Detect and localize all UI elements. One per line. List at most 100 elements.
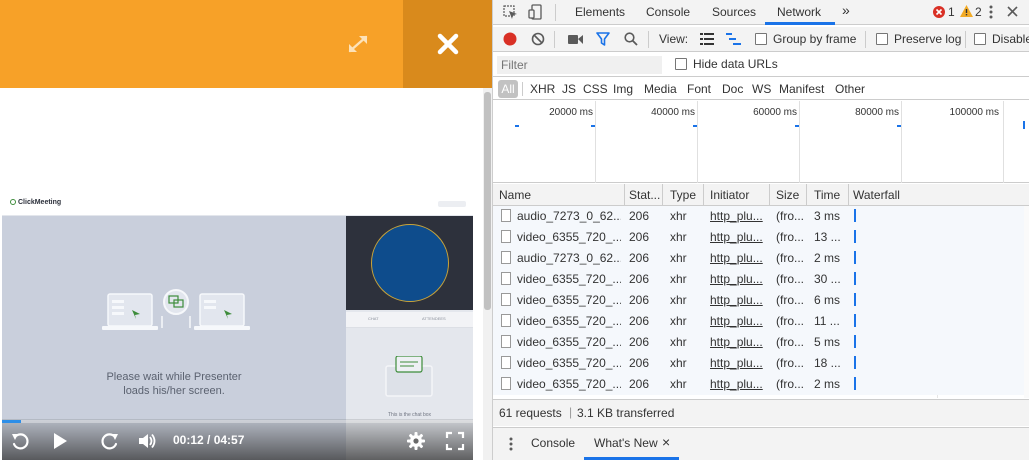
cell-initiator[interactable]: http_plu... [710, 209, 766, 223]
group-by-frame-checkbox[interactable] [755, 33, 767, 45]
type-filter-img[interactable]: Img [613, 82, 633, 96]
presenter-video [371, 224, 449, 302]
cell-initiator[interactable]: http_plu... [710, 377, 766, 391]
table-row[interactable]: video_6355_720_... 206 xhr http_plu... (fro.… [493, 353, 1029, 374]
expand-icon[interactable] [346, 33, 370, 55]
preserve-log-label[interactable]: Preserve log [894, 32, 961, 46]
tab-network[interactable]: Network [777, 5, 821, 19]
col-waterfall[interactable]: Waterfall [853, 188, 900, 202]
skip-forward-icon[interactable] [100, 431, 120, 451]
disable-cache-label[interactable]: Disable [992, 32, 1029, 46]
group-by-frame-label[interactable]: Group by frame [773, 32, 856, 46]
disable-cache-checkbox[interactable] [974, 33, 986, 45]
warning-count[interactable]: 2 [975, 5, 982, 19]
drawer-menu-icon[interactable] [509, 437, 513, 451]
tab-attendees[interactable]: ATTENDEES [422, 316, 446, 324]
type-filter-all[interactable]: All [498, 80, 518, 98]
waterfall-bar [854, 356, 856, 369]
table-row[interactable]: audio_7273_0_62.... 206 xhr http_plu... (fro… [493, 206, 1029, 227]
devtools-menu-icon[interactable] [989, 5, 993, 19]
type-filter-font[interactable]: Font [687, 82, 711, 96]
requests-count: 61 requests [499, 406, 562, 420]
topbar-status [438, 201, 466, 207]
cell-initiator[interactable]: http_plu... [710, 293, 766, 307]
tab-chat[interactable]: CHAT [368, 316, 379, 324]
screenshot-camera-icon[interactable] [568, 34, 583, 45]
cell-name: audio_7273_0_62.... [517, 209, 621, 223]
filter-funnel-icon[interactable] [596, 32, 610, 46]
volume-icon[interactable] [137, 431, 157, 451]
type-filter-css[interactable]: CSS [583, 82, 608, 96]
video-player[interactable]: ClickMeeting Please wait while Presenter… [2, 193, 473, 460]
cell-initiator[interactable]: http_plu... [710, 230, 766, 244]
settings-gear-icon[interactable] [406, 431, 426, 451]
drawer-tab-whats-new[interactable]: What's New [594, 436, 658, 450]
file-icon [501, 251, 511, 264]
list-view-icon[interactable] [700, 33, 714, 45]
fullscreen-icon[interactable] [445, 431, 465, 451]
inspect-element-icon[interactable] [503, 5, 518, 20]
type-filter-xhr[interactable]: XHR [530, 82, 555, 96]
drawer-tab-close-icon[interactable]: × [662, 434, 670, 450]
cell-initiator[interactable]: http_plu... [710, 272, 766, 286]
waterfall-bar [854, 230, 856, 243]
table-row[interactable]: video_6355_720_... 206 xhr http_plu... (fro.… [493, 374, 1029, 395]
cell-status: 206 [629, 356, 650, 370]
viewer-scrollbar[interactable] [483, 88, 492, 460]
type-filter-media[interactable]: Media [644, 82, 677, 96]
cell-size: (fro... [776, 377, 804, 391]
drawer-tab-console[interactable]: Console [531, 436, 575, 450]
cell-initiator[interactable]: http_plu... [710, 356, 766, 370]
network-overview-timeline[interactable]: 20000 ms 40000 ms 60000 ms 80000 ms 1000… [493, 101, 1029, 183]
table-row[interactable]: video_6355_720_... 206 xhr http_plu... (fro.… [493, 290, 1029, 311]
waterfall-view-icon[interactable] [726, 33, 741, 45]
table-row[interactable]: video_6355_720_... 206 xhr http_plu... (fro.… [493, 227, 1029, 248]
cell-initiator[interactable]: http_plu... [710, 314, 766, 328]
col-name[interactable]: Name [499, 188, 531, 202]
filter-input[interactable] [497, 56, 662, 74]
col-time[interactable]: Time [814, 188, 840, 202]
table-row[interactable]: video_6355_720_... 206 xhr http_plu... (fro.… [493, 269, 1029, 290]
status-separator: | [569, 405, 573, 419]
type-filter-doc[interactable]: Doc [722, 82, 743, 96]
col-initiator[interactable]: Initiator [710, 188, 749, 202]
requests-scrollbar[interactable] [1024, 206, 1029, 398]
hide-data-urls-label[interactable]: Hide data URLs [693, 57, 778, 71]
cell-name: video_6355_720_... [517, 293, 621, 307]
cell-size: (fro... [776, 335, 804, 349]
type-filter-ws[interactable]: WS [752, 82, 771, 96]
cell-name: video_6355_720_... [517, 377, 621, 391]
col-type[interactable]: Type [670, 188, 696, 202]
tab-console[interactable]: Console [646, 5, 690, 19]
play-icon[interactable] [50, 431, 70, 451]
type-filter-other[interactable]: Other [835, 82, 865, 96]
table-row[interactable]: video_6355_720_... 206 xhr http_plu... (fro.… [493, 311, 1029, 332]
type-filter-manifest[interactable]: Manifest [779, 82, 824, 96]
col-status[interactable]: Stat... [629, 188, 660, 202]
warning-icon [960, 5, 973, 17]
tab-elements[interactable]: Elements [575, 5, 625, 19]
table-row[interactable]: video_6355_720_... 206 xhr http_plu... (fro.… [493, 332, 1029, 353]
replay-icon[interactable] [10, 431, 30, 451]
cell-time: 5 ms [814, 335, 841, 349]
error-count[interactable]: 1 [948, 5, 955, 19]
tab-sources[interactable]: Sources [712, 5, 756, 19]
preserve-log-checkbox[interactable] [876, 33, 888, 45]
hide-data-urls-checkbox[interactable] [675, 58, 687, 70]
device-toolbar-icon[interactable] [528, 4, 543, 20]
cell-initiator[interactable]: http_plu... [710, 251, 766, 265]
type-filter-js[interactable]: JS [562, 82, 576, 96]
record-icon[interactable] [503, 32, 517, 46]
chat-illustration [385, 356, 433, 397]
close-devtools-icon[interactable] [1007, 6, 1018, 17]
cell-initiator[interactable]: http_plu... [710, 335, 766, 349]
clear-icon[interactable] [531, 32, 545, 46]
search-icon[interactable] [624, 32, 638, 46]
close-viewer-button[interactable] [403, 0, 492, 88]
col-size[interactable]: Size [776, 188, 799, 202]
cell-status: 206 [629, 230, 650, 244]
progress-bar[interactable] [2, 420, 473, 423]
table-row[interactable]: audio_7273_0_62.... 206 xhr http_plu... (fro… [493, 248, 1029, 269]
close-icon [437, 33, 458, 55]
more-tabs-button[interactable]: » [842, 2, 850, 18]
